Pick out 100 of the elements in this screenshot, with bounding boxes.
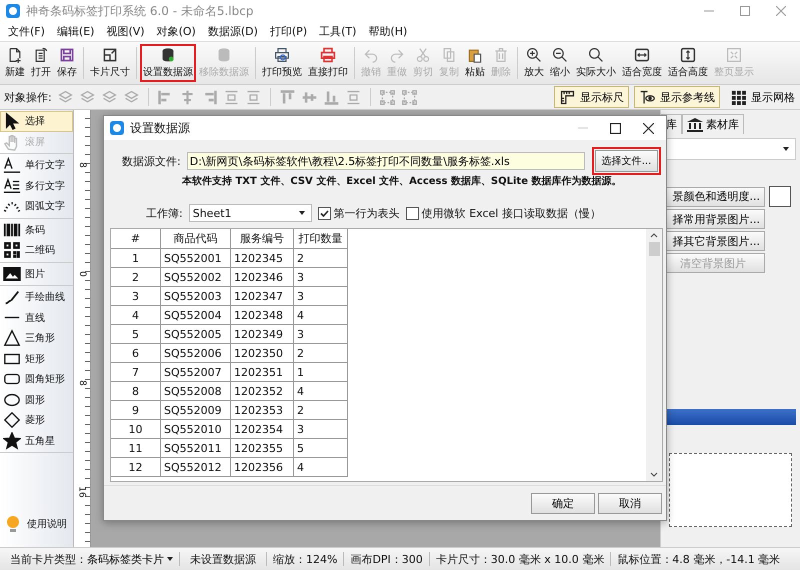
- tool-item[interactable]: 菱形: [0, 410, 73, 430]
- toolbar-button[interactable]: 直接打印: [305, 44, 351, 82]
- row-number: 6: [111, 344, 160, 362]
- tool-item[interactable]: 矩形: [0, 348, 73, 369]
- text-line-icon: [3, 156, 21, 174]
- tool-item[interactable]: 圆角矩形: [0, 369, 73, 390]
- tool-item[interactable]: 五角星: [0, 430, 73, 451]
- tool-item[interactable]: 二维码: [0, 240, 73, 260]
- toolbar-button[interactable]: 放大: [521, 44, 547, 82]
- tool-item[interactable]: 圆形: [0, 390, 73, 410]
- row-number: 11: [111, 438, 160, 458]
- distribute-icon: [344, 88, 362, 106]
- table-cell: 1202353: [230, 400, 294, 420]
- tool-item[interactable]: 条码: [0, 220, 73, 240]
- toolbar-button[interactable]: 粘贴: [462, 44, 488, 82]
- tool-item[interactable]: 三角形: [0, 328, 73, 348]
- color-swatch[interactable]: [769, 186, 791, 207]
- tool-item[interactable]: 选择: [0, 111, 73, 132]
- scrollbar[interactable]: [646, 229, 662, 481]
- scroll-down-icon[interactable]: [650, 472, 658, 477]
- table-cell: SQ552012: [160, 458, 230, 476]
- menu-item[interactable]: 工具(T): [315, 24, 360, 39]
- toolbar-button[interactable]: 实际大小: [573, 44, 619, 82]
- row-number: 9: [111, 400, 160, 420]
- table-cell: SQ552003: [160, 286, 230, 306]
- tool-item[interactable]: 圆弧文字: [0, 196, 73, 216]
- layers-icon: [78, 88, 96, 106]
- align-top-icon: [278, 88, 296, 106]
- fit-width-icon: [632, 47, 652, 63]
- table-cell: 1202349: [230, 324, 294, 344]
- tool-item[interactable]: 直线: [0, 308, 73, 328]
- status-text: 缩放：124%: [272, 552, 338, 566]
- toolbar-button[interactable]: 打印预览: [259, 44, 305, 82]
- table-cell: 2: [294, 344, 348, 362]
- dialog-button[interactable]: 取消: [598, 492, 662, 514]
- toolbar-button[interactable]: 新建: [2, 44, 28, 82]
- table-cell: SQ552002: [160, 268, 230, 286]
- table-cell: 5: [294, 438, 348, 458]
- panel-tab[interactable]: 素材库: [682, 114, 744, 134]
- workbook-dropdown[interactable]: Sheet1: [188, 204, 312, 222]
- help-item[interactable]: 使用说明: [0, 509, 73, 539]
- caret-icon: [298, 211, 305, 215]
- app-logo-icon: [6, 4, 20, 18]
- menu-item[interactable]: 编辑(E): [52, 24, 98, 39]
- checkbox[interactable]: [318, 206, 331, 220]
- menu-item[interactable]: 打印(P): [266, 24, 312, 39]
- toolbar-button[interactable]: 缩小: [547, 44, 573, 82]
- checkbox-label: 第一行为表头: [334, 206, 400, 220]
- menu-item[interactable]: 视图(V): [102, 24, 149, 39]
- toolbar-label: 对象操作:: [4, 90, 52, 104]
- menu-item[interactable]: 文件(F): [4, 24, 49, 39]
- dialog-button[interactable]: 确定: [531, 492, 595, 514]
- table-cell: SQ552008: [160, 382, 230, 400]
- toolbar-button[interactable]: 保存: [54, 44, 80, 82]
- field-label: 数据源文件:: [122, 154, 181, 168]
- ruler-label: 0: [77, 271, 87, 277]
- dialog-title: 设置数据源: [130, 120, 190, 136]
- tool-item[interactable]: 手绘曲线: [0, 287, 73, 308]
- table-cell: 1202352: [230, 382, 294, 400]
- file-path-field[interactable]: D:\新网页\条码标签软件\教程\2.5标签打印不同数量\服务标签.xls: [186, 152, 585, 170]
- menu-item[interactable]: 数据源(D): [204, 24, 262, 39]
- caret-icon: [167, 557, 173, 561]
- grid-icon: [730, 88, 747, 106]
- distribute-icon: [244, 88, 262, 106]
- row-number: 8: [111, 382, 160, 400]
- toolbar-button[interactable]: 适合宽度: [619, 44, 665, 82]
- fit-height-icon: [678, 47, 698, 63]
- scroll-up-icon[interactable]: [650, 233, 658, 238]
- table-cell: 2: [294, 248, 348, 268]
- row-number: 5: [111, 324, 160, 344]
- printer-icon: [318, 47, 338, 63]
- toggle-button[interactable]: 显示标尺: [554, 86, 629, 108]
- toggle-button[interactable]: 显示参考线: [634, 86, 720, 108]
- layers-icon: [56, 88, 74, 106]
- tool-item[interactable]: 图片: [0, 264, 73, 284]
- line-icon: [3, 316, 21, 320]
- toolbar-button[interactable]: 打开: [28, 44, 54, 82]
- table-cell: SQ552007: [160, 362, 230, 382]
- card-type-dropdown[interactable]: 条码标签类卡片: [87, 552, 179, 566]
- choose-file-button[interactable]: 选择文件...: [594, 150, 658, 172]
- toolbar-button[interactable]: 卡片尺寸: [87, 44, 133, 82]
- group-icon: [378, 88, 396, 106]
- toolbar-button[interactable]: 适合高度: [665, 44, 711, 82]
- menu-item[interactable]: 对象(O): [152, 24, 200, 39]
- close-icon[interactable]: [643, 122, 654, 134]
- caret-icon: [783, 147, 789, 151]
- checkbox[interactable]: [406, 206, 419, 220]
- toggle-button[interactable]: 显示网格: [725, 86, 800, 108]
- tool-item[interactable]: 多行文字: [0, 176, 73, 196]
- table-cell: 4: [294, 306, 348, 324]
- scroll-thumb[interactable]: [648, 242, 660, 256]
- toolbar-button[interactable]: 设置数据源: [140, 44, 196, 82]
- row-number: 2: [111, 268, 160, 286]
- table-cell: 3: [294, 286, 348, 306]
- tool-item[interactable]: 单行文字: [0, 155, 73, 176]
- barcode-icon: [3, 220, 21, 239]
- menu-item[interactable]: 帮助(H): [364, 24, 412, 39]
- row-number: 1: [111, 248, 160, 268]
- diamond-icon: [3, 411, 21, 430]
- maximize-icon[interactable]: [610, 122, 621, 134]
